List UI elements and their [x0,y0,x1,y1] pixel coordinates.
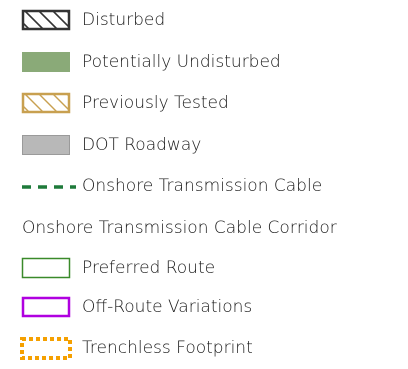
legend-label: Onshore Transmission Cable [82,176,323,196]
off-route-variations-swatch [21,296,71,318]
legend-item-off-route-variations: Off-Route Variations [0,293,408,323]
legend-label: Trenchless Footprint [82,338,253,358]
map-legend: Disturbed Potentially Undisturbed Previo… [0,0,408,369]
legend-label: Previously Tested [82,93,229,113]
legend-heading-label: Onshore Transmission Cable Corridor [22,218,337,238]
legend-label: Potentially Undisturbed [82,52,281,72]
legend-item-disturbed: Disturbed [0,6,408,36]
legend-label: Preferred Route [82,258,216,278]
previously-tested-hatch-swatch [21,92,71,114]
legend-label: DOT Roadway [82,135,202,155]
legend-item-previously-tested: Previously Tested [0,89,408,119]
legend-item-dot-roadway: DOT Roadway [0,131,408,161]
dot-roadway-swatch [22,135,70,155]
legend-label: Disturbed [82,10,166,30]
onshore-cable-dashed-line [22,185,76,189]
potentially-undisturbed-swatch [22,52,70,72]
disturbed-hatch-swatch [21,9,71,31]
legend-item-preferred-route: Preferred Route [0,254,408,284]
trenchless-footprint-swatch [20,337,72,360]
legend-item-potentially-undisturbed: Potentially Undisturbed [0,48,408,78]
legend-item-onshore-transmission-cable: Onshore Transmission Cable [0,172,408,202]
legend-item-trenchless-footprint: Trenchless Footprint [0,334,408,364]
legend-label: Off-Route Variations [82,297,253,317]
preferred-route-swatch [21,257,71,279]
legend-group-heading: Onshore Transmission Cable Corridor [0,214,408,244]
